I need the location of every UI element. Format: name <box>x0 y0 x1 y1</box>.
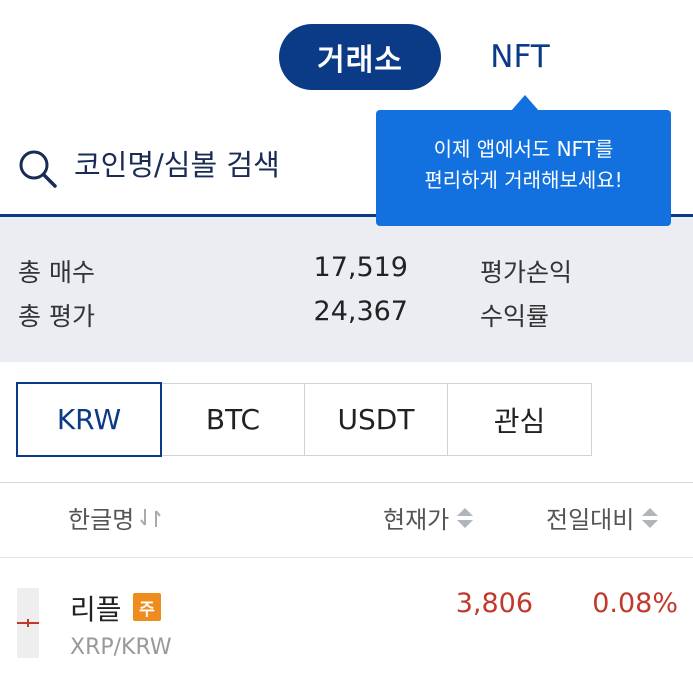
header-change-label: 전일대비 <box>546 506 635 534</box>
warning-badge: 주 <box>133 593 161 621</box>
candle-wick <box>27 619 29 627</box>
coin-name: 리플 <box>70 593 122 626</box>
coin-price: 3,806 <box>455 588 533 619</box>
header-price[interactable]: 현재가 <box>383 500 475 535</box>
header-price-label: 현재가 <box>383 506 450 534</box>
coin-pair: XRP/KRW <box>70 635 172 660</box>
pnl-label: 평가손익 <box>480 258 573 287</box>
tooltip-arrow <box>511 95 539 111</box>
tab-exchange[interactable]: 거래소 <box>279 24 441 90</box>
tab-btc[interactable]: BTC <box>161 383 305 456</box>
yield-label: 수익률 <box>480 302 550 331</box>
sort-updown-icon[interactable] <box>455 506 475 530</box>
search-icon[interactable] <box>18 149 58 189</box>
nft-tooltip[interactable]: 이제 앱에서도 NFT를 편리하게 거래해보세요! <box>376 110 671 226</box>
tab-krw[interactable]: KRW <box>16 382 162 457</box>
tab-favorites[interactable]: 관심 <box>447 383 592 456</box>
header-change[interactable]: 전일대비 <box>546 500 660 535</box>
tab-usdt[interactable]: USDT <box>304 383 448 456</box>
portfolio-summary: 총 매수 17,519 평가손익 총 평가 24,367 수익률 <box>0 217 693 362</box>
top-tab-bar: 거래소 NFT <box>0 0 693 112</box>
total-eval-value: 24,367 <box>313 296 408 327</box>
header-name-label: 한글명 <box>68 506 135 534</box>
total-buy-label: 총 매수 <box>18 258 95 287</box>
total-eval-label: 총 평가 <box>18 302 95 331</box>
sort-updown-icon[interactable] <box>640 506 660 530</box>
tooltip-line-1: 이제 앱에서도 NFT를 <box>433 137 614 161</box>
list-top-divider <box>0 482 693 483</box>
coin-change: 0.08% <box>592 588 678 619</box>
swap-arrows-icon[interactable] <box>140 507 162 529</box>
header-name[interactable]: 한글명 <box>68 500 162 535</box>
coin-row[interactable]: 리플 주 XRP/KRW 3,806 0.08% <box>0 558 693 692</box>
total-buy-value: 17,519 <box>313 252 408 283</box>
tab-nft[interactable]: NFT <box>470 24 570 90</box>
market-tabs: KRW BTC USDT 관심 <box>16 382 592 458</box>
tooltip-line-2: 편리하게 거래해보세요! <box>424 168 623 192</box>
